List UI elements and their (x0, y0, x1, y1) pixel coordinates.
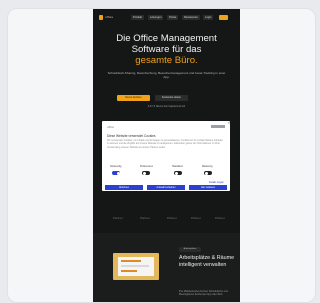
brand-name[interactable]: office (105, 15, 113, 19)
demo-button[interactable]: Demo buchen (117, 95, 150, 101)
product-screenshot (113, 253, 159, 280)
hero-title-accent: gesamte Büro. (135, 55, 198, 66)
consent-provider-logo-icon (211, 125, 225, 128)
nav-item-resources[interactable]: Ressourcen (182, 15, 200, 20)
consent-logo: office (107, 125, 115, 129)
hero-title: Die Office Management Software für das g… (101, 33, 232, 66)
hero-title-line-1: Die Office Management (116, 33, 217, 44)
allow-all-button[interactable]: Alle zulassen (189, 185, 227, 190)
screenshot-row (121, 270, 137, 272)
nav-item-solutions[interactable]: Lösungen (148, 15, 164, 20)
cookie-consent-dialog: office × Diese Website verwendet Cookies… (102, 121, 230, 191)
details-link[interactable]: Details zeigen (209, 181, 224, 184)
nav-item-pricing[interactable]: Preise (167, 15, 179, 20)
consent-body: Wir verwenden Cookies, um Inhalte und An… (107, 139, 224, 149)
toggle-necessary[interactable] (112, 171, 120, 175)
partner-logo: Partner (215, 216, 225, 220)
rating-text: 4,8 / 5 Sterne bei Capterra & G2 (147, 105, 186, 108)
section-badge: Arbeitsplätze (179, 247, 201, 252)
partner-logo: Partner (113, 216, 123, 220)
brand-logo-icon[interactable] (99, 15, 103, 20)
reject-button[interactable]: Ablehnen (105, 185, 143, 190)
screenshot-row (121, 260, 141, 262)
toggle-statistics[interactable] (174, 171, 182, 175)
preview-card: office Produkt Lösungen Preise Ressource… (7, 8, 316, 303)
hero-subtitle: Schreibtisch-Sharing, Raumbuchung, Besuc… (107, 71, 226, 79)
allow-selection-button[interactable]: Auswahl erlauben (147, 185, 185, 190)
partner-logo: Partner (167, 216, 177, 220)
partner-logo: Partner (191, 216, 201, 220)
nav-item-product[interactable]: Produkt (131, 15, 144, 20)
nav-item-login[interactable]: Login (203, 15, 214, 20)
trial-button[interactable]: Kostenlos testen (155, 95, 188, 101)
close-icon[interactable]: × (228, 121, 230, 125)
screenshot-row (121, 265, 149, 267)
partner-logo: Partner (140, 216, 150, 220)
section-title: Arbeitsplätze & Räume intelligent verwal… (179, 255, 235, 268)
partner-logos: Partner Partner Partner Partner Partner (93, 214, 240, 222)
top-nav: office Produkt Lösungen Preise Ressource… (93, 13, 240, 23)
toggle-marketing[interactable] (204, 171, 212, 175)
toggle-label-necessary: Notwendig (110, 165, 122, 168)
toggle-label-statistics: Statistiken (172, 165, 184, 168)
consent-title: Diese Website verwendet Cookies (107, 134, 156, 138)
feature-section: Arbeitsplätze Arbeitsplätze & Räume inte… (93, 233, 240, 302)
screenshot-content (118, 257, 154, 276)
section-body: Ihre Mitarbeitenden buchen Schreibtische… (179, 290, 228, 297)
toggle-label-marketing: Marketing (202, 165, 213, 168)
mobile-page-preview: office Produkt Lösungen Preise Ressource… (93, 9, 240, 302)
toggle-label-preferences: Präferenzen (140, 165, 154, 168)
hero-title-line-2: Software für das (131, 44, 202, 55)
nav-cta-button[interactable] (219, 15, 228, 20)
toggle-preferences[interactable] (142, 171, 150, 175)
